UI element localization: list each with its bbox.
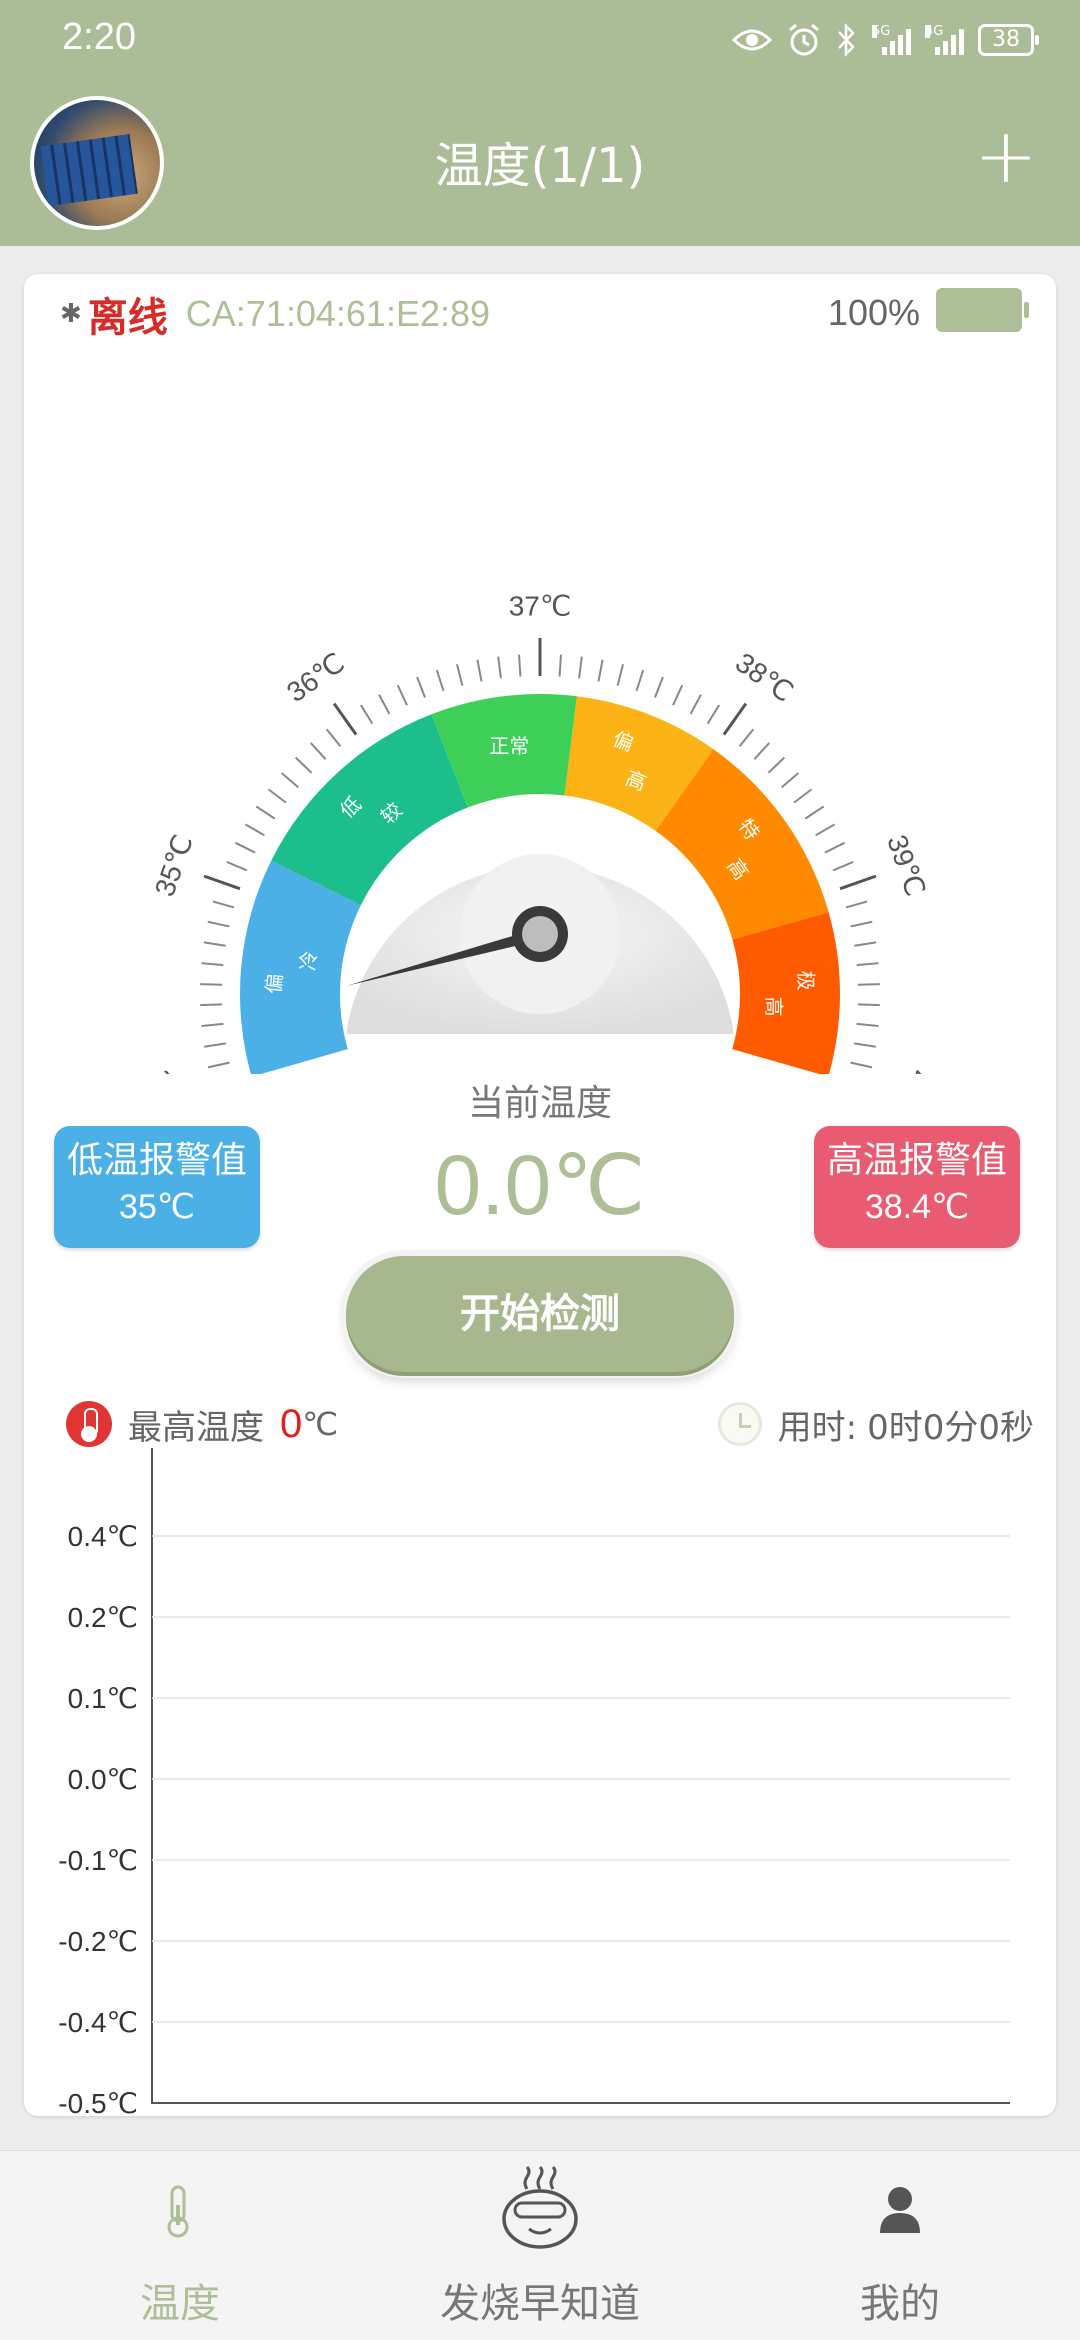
nav-temperature[interactable]: 温度 — [0, 2151, 360, 2340]
signal-4g-icon: 4G — [925, 25, 964, 55]
page-title: 温度(1/1) — [434, 138, 646, 194]
nav-fever-alert-label: 发烧早知道 — [440, 2281, 640, 2327]
nav-fever-alert[interactable]: 发烧早知道 — [360, 2151, 720, 2340]
nav-mine[interactable]: 我的 — [720, 2151, 1080, 2340]
temperature-chart: 0.4℃ 0.2℃ 0.1℃ 0.0℃ -0.1℃ -0.2℃ -0.4℃ -0.5℃ — [58, 1448, 1010, 2116]
add-device-button[interactable]: + — [964, 116, 1048, 200]
chart-y-tick-label: 0.2℃ — [68, 1602, 138, 1633]
status-time: 2:20 — [62, 16, 136, 58]
bottom-nav: 温度 发烧早知道 我的 — [0, 2150, 1080, 2340]
chart-y-tick-label: 0.4℃ — [68, 1521, 138, 1552]
app-bar: 温度(1/1) + — [0, 78, 1080, 246]
alarm-icon — [789, 23, 819, 56]
status-icons: 5G 4G 38 — [732, 18, 1039, 62]
chart-y-tick-label: -0.1℃ — [58, 1845, 138, 1876]
eye-icon — [732, 29, 772, 51]
user-icon — [880, 2187, 920, 2233]
fever-face-icon — [502, 2165, 578, 2249]
bluetooth-icon — [838, 23, 855, 57]
chart-y-tick-label: -0.2℃ — [58, 1926, 138, 1957]
temperature-card: ✱ 离线 CA:71:04:61:E2:89 100% 34℃35℃36℃37℃… — [24, 274, 1056, 2116]
status-bar: 2:20 5G 4G 38 — [0, 0, 1080, 78]
battery-icon: 38 — [978, 24, 1039, 56]
signal-5g-icon: 5G — [872, 25, 911, 55]
thermometer-icon — [167, 2185, 189, 2238]
chart-y-tick-label: 0.1℃ — [68, 1683, 138, 1714]
chart-y-tick-label: -0.5℃ — [58, 2088, 138, 2116]
nav-temperature-label: 温度 — [140, 2281, 220, 2327]
chart-y-tick-label: 0.0℃ — [68, 1764, 138, 1795]
nav-mine-label: 我的 — [860, 2281, 940, 2327]
chart-y-tick-label: -0.4℃ — [58, 2007, 138, 2038]
